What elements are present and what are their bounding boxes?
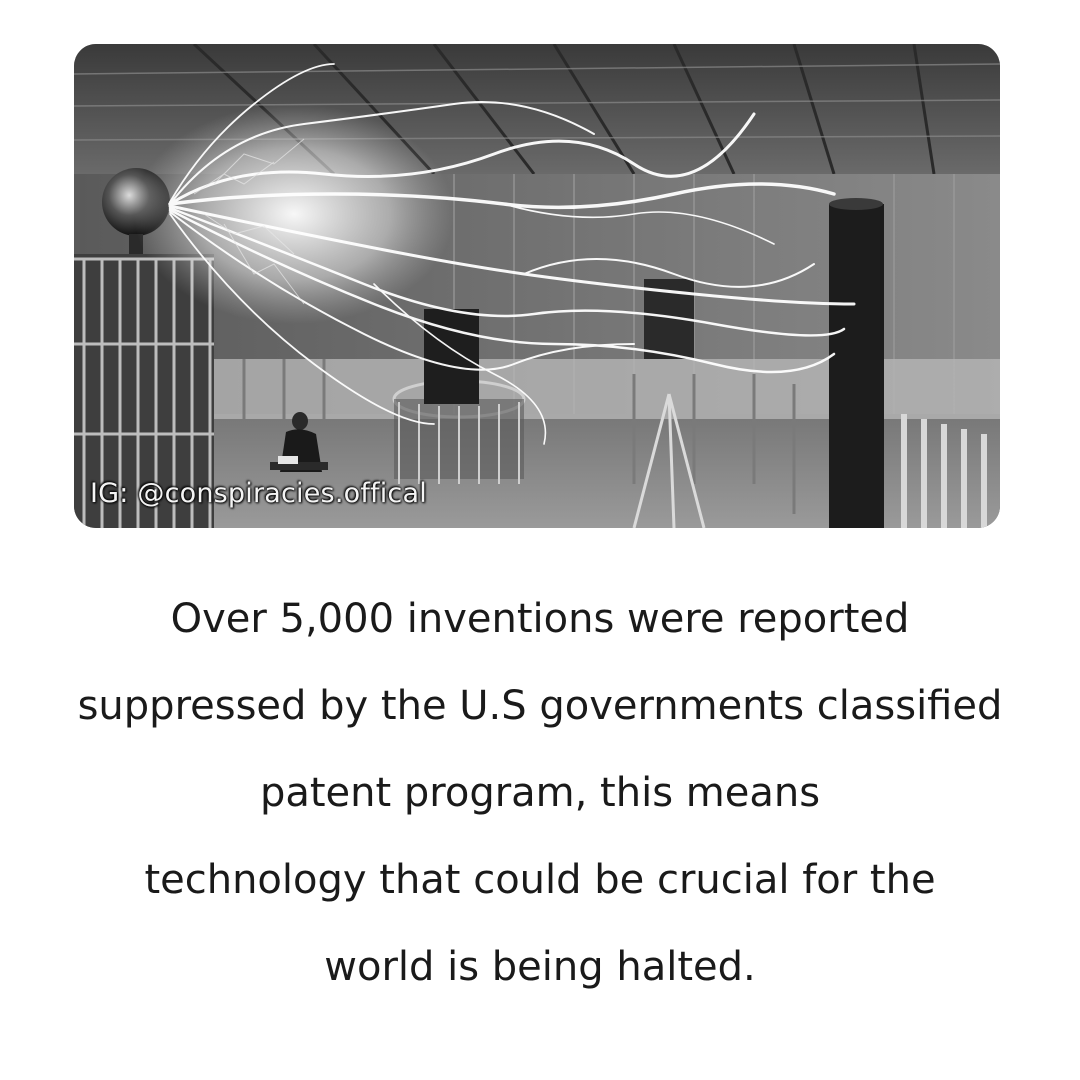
caption-line: suppressed by the U.S governments classi… <box>77 683 1003 729</box>
photograph-illustration <box>74 44 1000 528</box>
caption-text: Over 5,000 inventions were reported supp… <box>0 576 1080 1011</box>
watermark-text: IG: @conspiracies.offical <box>90 478 427 509</box>
photograph: IG: @conspiracies.offical <box>74 44 1000 528</box>
caption-line: Over 5,000 inventions were reported <box>170 596 910 642</box>
caption-line: patent program, this means <box>259 770 821 816</box>
caption-line: technology that could be crucial for the <box>144 857 936 903</box>
caption-line: world is being halted. <box>324 944 756 990</box>
